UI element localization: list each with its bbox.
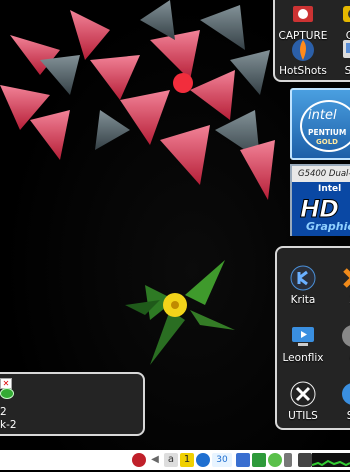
sc-app-label: Sc: [318, 410, 350, 422]
pentium-model: PENTIUM: [308, 128, 347, 137]
x-app-icon: [339, 264, 350, 292]
record-icon[interactable]: [132, 453, 146, 467]
pentium-tier: GOLD: [316, 138, 338, 146]
camera-icon: [339, 0, 350, 28]
app-tray-icon[interactable]: [236, 453, 250, 467]
conky-widget: ✕ 2 k-2: [0, 372, 145, 436]
c-app-label: C: [318, 352, 350, 364]
pentium-brand: intel: [308, 108, 337, 123]
conky-line-1: 2: [0, 406, 7, 418]
workspace-1-badge[interactable]: 1: [180, 453, 194, 467]
sc-app-icon: [339, 380, 350, 408]
krita-icon: [289, 264, 317, 292]
hd-text: HD: [299, 195, 339, 224]
intel-hd-graphics-badge: G5400 Dual-c Intel HD Graphic: [290, 164, 350, 236]
x-app-launcher[interactable]: X: [318, 264, 350, 306]
cpu-badges: intel PENTIUM GOLD G5400 Dual-c Intel HD…: [290, 88, 350, 238]
cpu-graph-icon: [311, 453, 350, 467]
graphics-text: Graphic: [306, 220, 350, 233]
battery-icon[interactable]: [284, 453, 292, 467]
screenshot-icon: [339, 35, 350, 63]
c-app-icon: [339, 322, 350, 350]
update-icon[interactable]: [268, 453, 282, 467]
status-icon: [0, 388, 14, 399]
desktop-wallpaper: CAPTURE CA HotShots Scr intel PENTIUM GO…: [0, 0, 350, 450]
conky-line-2: k-2: [0, 419, 17, 431]
shield-icon[interactable]: [252, 453, 266, 467]
calendar-30-badge[interactable]: 30: [212, 453, 232, 467]
sc-app-launcher[interactable]: Sc: [318, 380, 350, 422]
utils-icon: [289, 380, 317, 408]
volume-icon[interactable]: ◀: [148, 453, 162, 467]
c-app-launcher[interactable]: C: [318, 322, 350, 364]
intel-pentium-gold-badge: intel PENTIUM GOLD: [290, 88, 350, 160]
x-app-label: X: [318, 294, 350, 306]
leonflix-icon: [289, 322, 317, 350]
capture-icon: [289, 0, 317, 28]
screenshot-label: Scr: [344, 65, 350, 77]
badge-a[interactable]: a: [164, 453, 178, 467]
hotshots-icon: [289, 35, 317, 63]
cpu-model-strip: G5400 Dual-c: [292, 166, 350, 182]
taskbar: ◀ a 1 30: [0, 450, 350, 470]
hd-brand: Intel: [318, 184, 342, 194]
screen-icon[interactable]: [298, 453, 312, 467]
screenshot-launcher[interactable]: Scr: [318, 35, 350, 77]
network-icon[interactable]: [196, 453, 210, 467]
